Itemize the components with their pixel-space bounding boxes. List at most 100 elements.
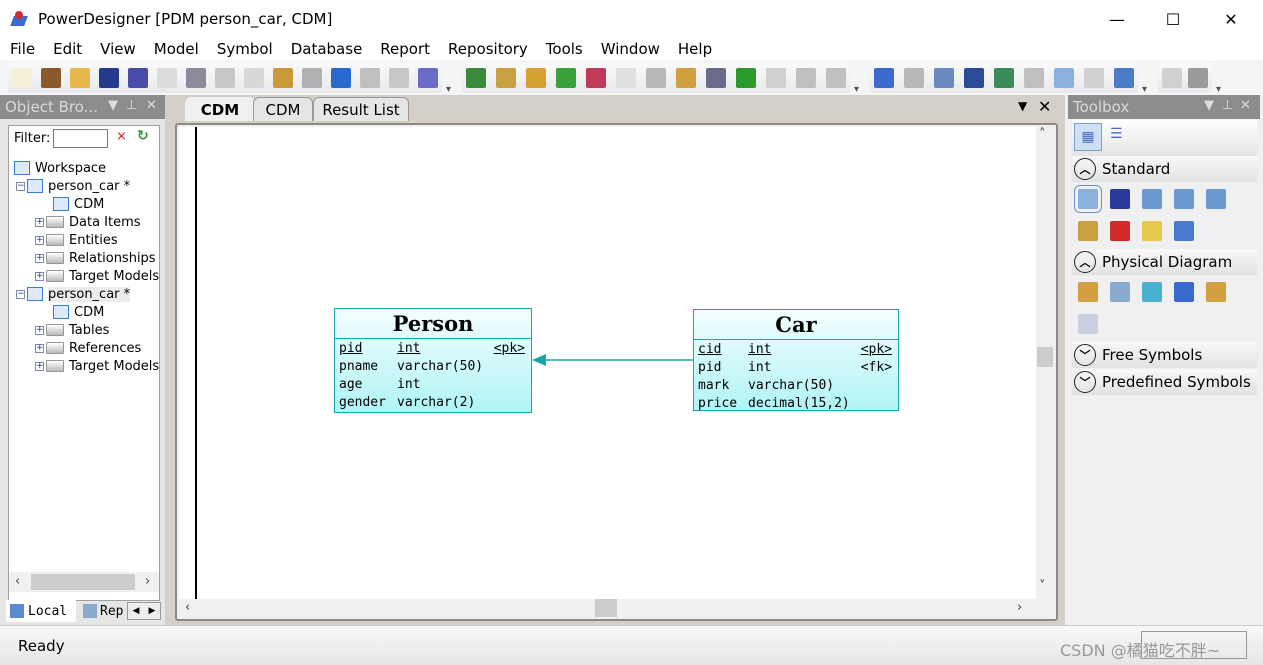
text-icon[interactable] [766, 67, 786, 88]
tree-item[interactable]: CDM [35, 195, 104, 213]
zoom-window-icon[interactable] [1054, 67, 1074, 88]
save-icon[interactable] [99, 67, 119, 88]
entity-person[interactable]: Person pid int <pk> pname varchar(50) age int ge… [334, 308, 532, 413]
back-icon[interactable] [796, 67, 816, 88]
tree-item[interactable]: + References [35, 339, 141, 357]
tree-item[interactable]: Workspace [14, 159, 106, 177]
menu-symbol[interactable]: Symbol [207, 40, 281, 58]
file-icon[interactable] [1078, 314, 1098, 334]
scroll-thumb[interactable] [1037, 347, 1053, 367]
view-icon[interactable] [1114, 67, 1134, 88]
toolbox-section-predefined-symbols[interactable]: ﹀ Predefined Symbols [1072, 369, 1257, 395]
menu-tools[interactable]: Tools [536, 40, 591, 58]
collapse-icon[interactable]: − [16, 289, 25, 299]
toolbar-overflow-icon[interactable]: ▾ [1142, 84, 1152, 95]
maximize-button[interactable]: ☐ [1145, 0, 1201, 38]
reference-line[interactable] [179, 127, 1036, 599]
tab-cdm-active[interactable]: CDM [185, 97, 255, 121]
print-preview-icon[interactable] [157, 67, 177, 88]
grid-icon[interactable] [1024, 67, 1044, 88]
tree-item[interactable]: + Target Models [35, 267, 159, 285]
tab-cdm[interactable]: CDM [253, 97, 313, 121]
brush-icon[interactable] [676, 67, 696, 88]
font-icon[interactable] [736, 67, 756, 88]
toolbar-overflow-icon[interactable]: ▾ [1216, 84, 1226, 95]
view-table-icon[interactable] [1142, 282, 1162, 302]
expand-icon[interactable]: + [35, 217, 44, 227]
network-icon[interactable] [994, 67, 1014, 88]
properties-tool-icon[interactable] [1078, 221, 1098, 241]
toolbar-overflow-icon[interactable]: ▾ [854, 84, 864, 95]
icon-view-button[interactable]: ▦ [1074, 123, 1102, 151]
check-model-icon[interactable] [586, 67, 606, 88]
paste-icon[interactable] [273, 67, 293, 88]
filter-input[interactable] [53, 129, 108, 148]
help-icon[interactable] [418, 67, 438, 88]
menu-edit[interactable]: Edit [43, 40, 90, 58]
menu-view[interactable]: View [90, 40, 144, 58]
pin-icon[interactable]: ⊥ [126, 98, 137, 113]
menu-database[interactable]: Database [281, 40, 371, 58]
save-all-icon[interactable] [128, 67, 148, 88]
close-panel-icon[interactable]: ✕ [146, 98, 157, 113]
zoom-in-icon[interactable] [1142, 189, 1162, 209]
paste-shortcut-icon[interactable] [496, 67, 516, 88]
toolbox-section-standard[interactable]: ︿ Standard [1072, 156, 1257, 182]
zoom-fit-icon[interactable] [1206, 189, 1226, 209]
close-tab-icon[interactable]: ✕ [1038, 97, 1051, 116]
printer-icon[interactable] [1188, 67, 1208, 88]
close-button[interactable]: ✕ [1203, 0, 1259, 38]
print-icon[interactable] [186, 67, 206, 88]
delete-tool-icon[interactable] [1110, 221, 1130, 241]
tree-item[interactable]: + Relationships [35, 249, 156, 267]
refresh-icon[interactable] [556, 67, 576, 88]
expand-icon[interactable]: + [35, 343, 44, 353]
link-icon[interactable] [1174, 221, 1194, 241]
refresh-icon[interactable]: ↻ [137, 128, 149, 144]
tree-item[interactable]: + Data Items [35, 213, 141, 231]
zoom-out-icon[interactable] [1174, 189, 1194, 209]
minimize-button[interactable]: — [1089, 0, 1145, 38]
find-icon[interactable] [526, 67, 546, 88]
package-icon[interactable] [1078, 282, 1098, 302]
tab-repository[interactable]: Rep [80, 600, 126, 622]
tree-item[interactable]: + Entities [35, 231, 118, 249]
toolbar-overflow-icon[interactable]: ▾ [446, 84, 456, 95]
entity-car[interactable]: Car cid int <pk> pid int <fk> mark varchar(50) pr… [693, 309, 899, 411]
tree-item[interactable]: + Tables [35, 321, 109, 339]
list-icon[interactable] [904, 67, 924, 88]
undo-icon[interactable] [331, 67, 351, 88]
open-project-icon[interactable] [41, 67, 61, 88]
list-view-button[interactable]: ☰ [1110, 126, 1123, 142]
menu-file[interactable]: File [0, 40, 43, 58]
procedure-icon[interactable] [1206, 282, 1226, 302]
menu-report[interactable]: Report [370, 40, 438, 58]
collapse-icon[interactable]: ︿ [1074, 251, 1096, 273]
tab-scroll-buttons[interactable]: ◀ ▶ [127, 602, 161, 620]
copy-icon[interactable] [244, 67, 264, 88]
cut-icon[interactable] [215, 67, 235, 88]
collapse-icon[interactable]: − [16, 181, 25, 191]
reference-icon[interactable] [1174, 282, 1194, 302]
clear-filter-icon[interactable]: ⨯ [116, 129, 127, 144]
table-icon[interactable] [1110, 282, 1130, 302]
new-model-icon[interactable] [466, 67, 486, 88]
expand-icon[interactable]: + [35, 271, 44, 281]
comment-icon[interactable] [1084, 67, 1104, 88]
note-icon[interactable] [1142, 221, 1162, 241]
shadow-icon[interactable] [616, 67, 636, 88]
pin-icon[interactable]: ⊥ [1222, 98, 1233, 113]
expand-icon[interactable]: + [35, 361, 44, 371]
open-icon[interactable] [70, 67, 90, 88]
properties-icon[interactable] [389, 67, 409, 88]
new-icon[interactable] [12, 67, 32, 88]
horizontal-scrollbar[interactable]: ‹ › [9, 572, 159, 592]
vertical-scrollbar[interactable]: ˄ ˅ [1036, 127, 1054, 599]
diagram-canvas[interactable]: Person pid int <pk> pname varchar(50) age int ge… [179, 127, 1036, 599]
page-icon[interactable] [934, 67, 954, 88]
tree-item[interactable]: − person_car * [16, 285, 131, 303]
scroll-thumb[interactable] [595, 599, 617, 617]
align-icon[interactable] [646, 67, 666, 88]
menu-help[interactable]: Help [668, 40, 720, 58]
menu-window[interactable]: Window [591, 40, 668, 58]
